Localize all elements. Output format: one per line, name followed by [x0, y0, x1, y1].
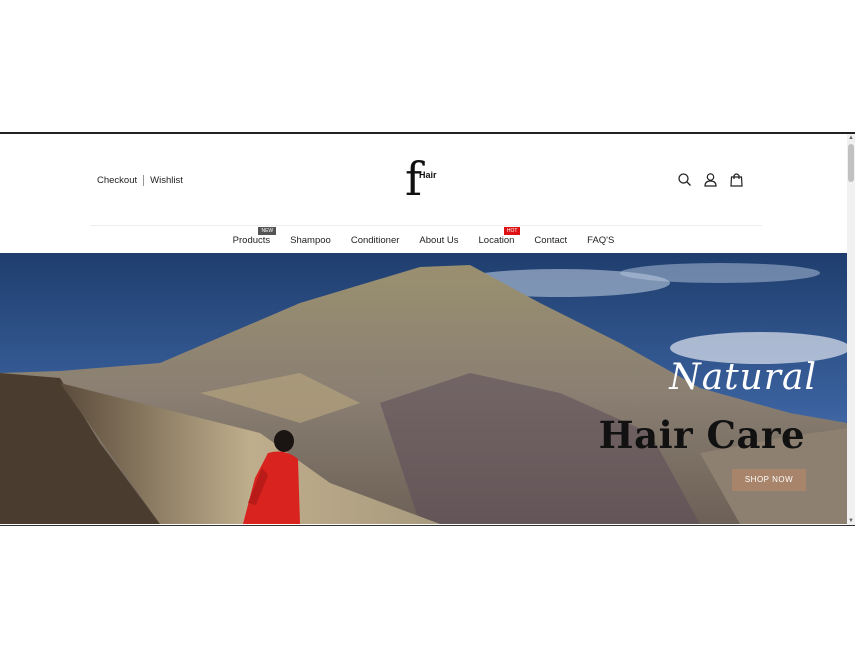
nav-label: Conditioner	[350, 234, 400, 246]
nav-item-conditioner[interactable]: Conditioner	[341, 235, 410, 246]
hero-script-text: Natural	[669, 357, 817, 398]
nav-label: Products	[232, 234, 271, 246]
nav-item-products[interactable]: Products NEW	[223, 226, 281, 246]
new-badge: NEW	[258, 226, 277, 235]
nav-label: Shampoo	[290, 234, 331, 246]
nav-label: FAQ'S	[587, 234, 615, 246]
top-links: Checkout Wishlist	[97, 175, 183, 186]
main-nav: Products NEW Shampoo Conditioner About U…	[0, 226, 847, 254]
scrollbar[interactable]: ▲ ▼	[847, 134, 855, 525]
nav-label: About Us	[419, 234, 459, 246]
hero-banner: Natural Hair Care SHOP NOW	[0, 253, 847, 524]
hot-badge: HOT	[503, 226, 521, 235]
scroll-down-icon[interactable]: ▼	[847, 517, 855, 525]
cart-bag-icon[interactable]	[729, 172, 744, 187]
site-header: Checkout Wishlist f Hair	[0, 134, 847, 226]
nav-item-faqs[interactable]: FAQ'S	[577, 235, 624, 246]
hero-title: Hair Care	[598, 413, 805, 457]
nav-item-contact[interactable]: Contact	[524, 235, 577, 246]
wishlist-link[interactable]: Wishlist	[150, 175, 183, 186]
nav-label: Contact	[534, 234, 568, 246]
nav-item-about-us[interactable]: About Us	[409, 235, 468, 246]
shop-now-button[interactable]: SHOP NOW	[732, 469, 806, 491]
logo-word: Hair	[419, 170, 437, 180]
scrollbar-thumb[interactable]	[848, 144, 854, 182]
user-icon[interactable]	[703, 172, 718, 187]
scroll-up-icon[interactable]: ▲	[847, 134, 855, 142]
header-icons	[677, 172, 744, 187]
nav-label: Location	[478, 234, 515, 246]
search-icon[interactable]	[677, 172, 692, 187]
nav-item-location[interactable]: Location HOT	[469, 226, 525, 246]
nav-item-shampoo[interactable]: Shampoo	[280, 235, 341, 246]
site-logo[interactable]: f Hair	[405, 154, 445, 206]
browser-viewport: Checkout Wishlist f Hair Products NEW Sh…	[0, 132, 855, 526]
checkout-link[interactable]: Checkout	[97, 175, 137, 186]
link-separator	[143, 175, 145, 186]
